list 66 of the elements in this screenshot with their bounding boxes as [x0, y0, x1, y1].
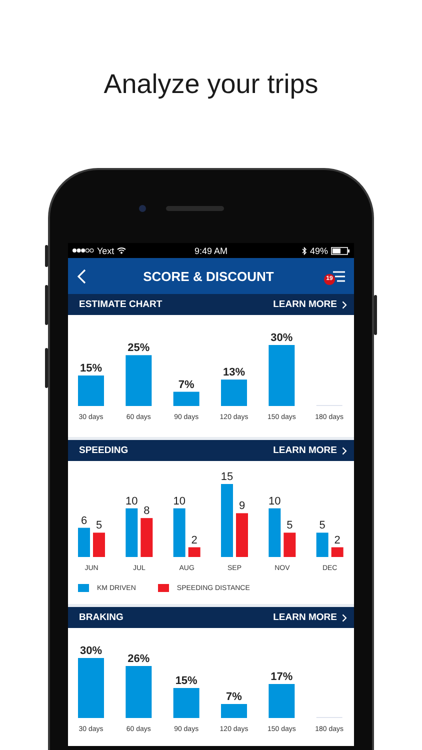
bar	[331, 547, 344, 557]
bar	[126, 666, 152, 718]
bar	[173, 392, 200, 406]
value-label: 26%	[128, 653, 150, 665]
headline: Analyze your trips	[102, 68, 320, 101]
status-time: 9:49 AM	[194, 246, 228, 256]
value-label: 6	[80, 514, 88, 527]
learn-more-link[interactable]: LEARN MORE	[273, 612, 347, 623]
section-title: SPEEDING	[79, 445, 128, 456]
camera-icon	[138, 205, 146, 212]
bar	[126, 355, 152, 406]
value-label: 7%	[226, 691, 242, 703]
value-label: 15%	[175, 675, 198, 687]
bluetooth-icon	[302, 246, 307, 254]
value-label: 7%	[178, 378, 194, 391]
value-label: 17%	[270, 671, 293, 683]
value-label: 30%	[270, 332, 293, 344]
wifi-icon	[117, 247, 126, 254]
learn-more-link[interactable]: LEARN MORE	[273, 299, 347, 310]
learn-more-link[interactable]: LEARN MORE	[273, 445, 347, 456]
signal-icon	[72, 248, 94, 253]
bar	[78, 658, 104, 718]
value-label: 8	[144, 505, 150, 518]
battery-icon	[331, 246, 350, 254]
bar	[236, 513, 248, 557]
bar	[78, 528, 90, 557]
bar	[316, 532, 328, 557]
value-label: 15	[220, 471, 234, 483]
bar	[173, 508, 186, 557]
chevron-icon	[342, 446, 347, 454]
legend-swatch	[158, 584, 169, 592]
bar	[221, 704, 247, 718]
bar	[188, 547, 200, 557]
legend-swatch	[78, 584, 89, 592]
value-label: 10	[173, 495, 186, 508]
bar	[126, 508, 138, 557]
bar	[284, 532, 296, 557]
value-label: 5	[286, 520, 293, 532]
chevron-icon	[342, 614, 347, 622]
battery-percent: 49%	[310, 246, 328, 256]
bar	[140, 518, 153, 557]
carrier-name: Yext	[97, 246, 114, 256]
speaker-grille	[166, 206, 224, 211]
value-label: 25%	[128, 342, 150, 354]
bar	[93, 532, 105, 557]
bar	[78, 376, 104, 406]
value-label: 10	[126, 495, 138, 508]
bar	[173, 688, 200, 718]
bar	[221, 380, 247, 406]
bar	[268, 508, 281, 557]
value-label: 5	[96, 520, 102, 532]
value-label: 15%	[80, 362, 102, 374]
value-label: 13%	[222, 366, 246, 379]
value-label: 2	[191, 534, 198, 546]
chevron-icon	[342, 300, 347, 308]
bar	[268, 345, 295, 406]
section-title: BRAKING	[79, 612, 124, 623]
back-icon[interactable]	[77, 268, 86, 284]
screen-title: SCORE & DISCOUNT	[143, 268, 274, 284]
section-title: ESTIMATE CHART	[79, 299, 162, 310]
value-label: 30%	[80, 645, 102, 657]
value-label: 10	[268, 495, 281, 508]
value-label: 2	[334, 534, 340, 546]
bar	[268, 684, 295, 718]
value-label: 9	[238, 500, 246, 512]
value-label: 5	[319, 520, 326, 532]
